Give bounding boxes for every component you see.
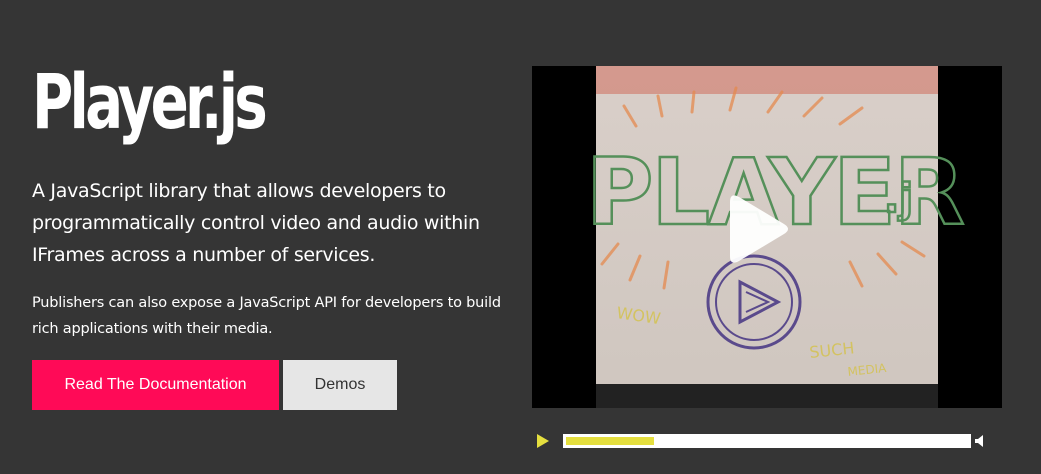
play-icon[interactable] [536,434,550,448]
svg-text:.j: .j [884,176,913,222]
progress-fill [566,437,654,445]
demos-button[interactable]: Demos [283,360,397,410]
player-controls [532,426,1002,456]
video-poster: PLAYER .j WOW SUCH MEDIA [532,66,1002,408]
page-title: Player.js [32,57,268,146]
hero-section: Player.js A JavaScript library that allo… [0,0,1041,474]
progress-bar[interactable] [563,434,971,448]
lead-description: A JavaScript library that allows develop… [32,180,480,266]
video-player[interactable]: PLAYER .j WOW SUCH MEDIA [532,66,1002,408]
sub-description: Publishers can also expose a JavaScript … [32,295,501,337]
volume-icon[interactable] [975,435,987,447]
read-documentation-button[interactable]: Read The Documentation [32,360,279,410]
